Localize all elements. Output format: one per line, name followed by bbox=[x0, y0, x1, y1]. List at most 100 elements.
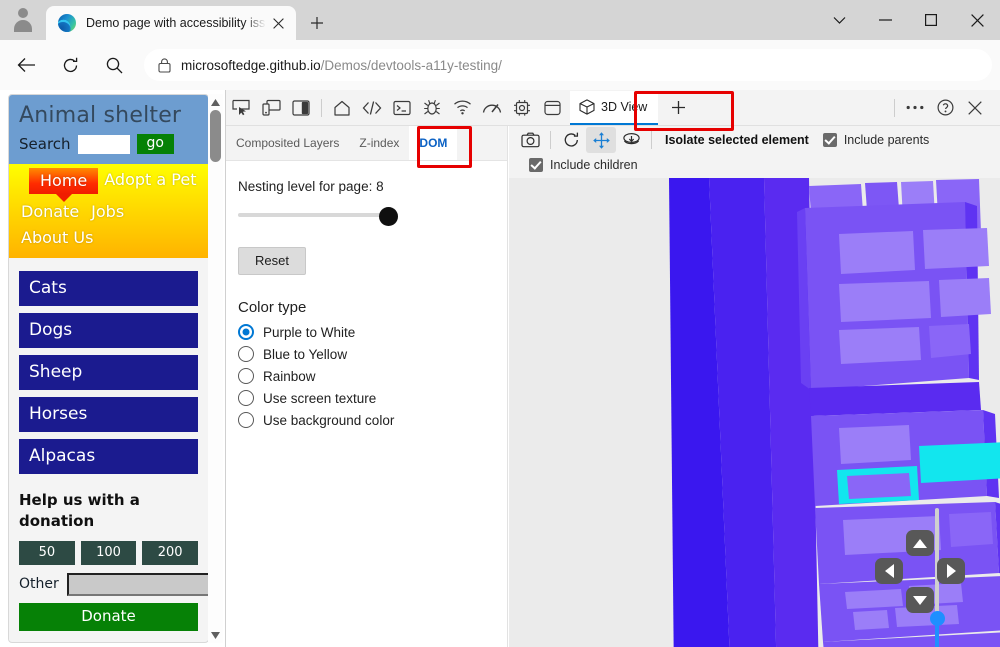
plus-icon bbox=[671, 101, 685, 114]
application-storage-icon[interactable] bbox=[537, 94, 567, 122]
radio-purple-to-white[interactable] bbox=[238, 324, 254, 340]
browser-toolbar: microsoftedge.github.io/Demos/devtools-a… bbox=[0, 40, 1000, 114]
nav-item-jobs[interactable]: Jobs bbox=[85, 200, 130, 224]
tab-actions-menu-button[interactable] bbox=[816, 0, 862, 40]
pan-left-button[interactable] bbox=[875, 558, 903, 584]
search-go-button[interactable]: go bbox=[136, 134, 174, 155]
page-scrollbar[interactable] bbox=[208, 94, 223, 643]
nav-item-home[interactable]: Home bbox=[29, 168, 99, 195]
slider-thumb[interactable] bbox=[379, 207, 398, 226]
refresh-button[interactable] bbox=[52, 49, 88, 81]
nesting-level-slider[interactable] bbox=[238, 207, 398, 226]
welcome-home-icon[interactable] bbox=[327, 94, 357, 122]
include-children-checkbox[interactable] bbox=[529, 158, 543, 172]
tab-close-icon[interactable] bbox=[266, 11, 290, 35]
nav-item-about[interactable]: About Us bbox=[15, 226, 99, 250]
browser-tab[interactable]: Demo page with accessibility issu bbox=[46, 6, 296, 40]
donation-amount-buttons: 50 100 200 bbox=[19, 540, 199, 565]
back-button[interactable] bbox=[8, 49, 44, 81]
close-window-button[interactable] bbox=[954, 0, 1000, 40]
color-option-purple-to-white[interactable]: Purple to White bbox=[238, 324, 493, 340]
include-children-label: Include children bbox=[550, 158, 638, 172]
inspect-element-icon[interactable] bbox=[226, 94, 256, 122]
device-emulation-icon[interactable] bbox=[256, 94, 286, 122]
pan-right-button[interactable] bbox=[937, 558, 965, 584]
help-question-icon bbox=[936, 99, 954, 116]
devtools-toolbar: 3D View bbox=[226, 90, 1000, 126]
url-path: /Demos/devtools-a11y-testing/ bbox=[320, 57, 502, 73]
toggle-sidebar-icon[interactable] bbox=[286, 94, 316, 122]
color-option-background-color[interactable]: Use background color bbox=[238, 412, 493, 428]
add-tool-button[interactable] bbox=[664, 94, 692, 122]
color-option-blue-to-yellow[interactable]: Blue to Yellow bbox=[238, 346, 493, 362]
amount-100-button[interactable]: 100 bbox=[80, 540, 137, 565]
category-alpacas[interactable]: Alpacas bbox=[19, 439, 198, 475]
subtab-composited-layers[interactable]: Composited Layers bbox=[226, 126, 349, 160]
radio-screen-texture[interactable] bbox=[238, 390, 254, 406]
search-input[interactable] bbox=[77, 134, 130, 154]
new-tab-button[interactable] bbox=[300, 6, 334, 40]
site-title: Animal shelter bbox=[19, 103, 182, 128]
search-button[interactable] bbox=[96, 49, 132, 81]
nav-item-donate[interactable]: Donate bbox=[15, 200, 85, 224]
layers-flatten-icon[interactable] bbox=[616, 127, 646, 153]
reset-button[interactable]: Reset bbox=[238, 247, 306, 275]
tab-3d-view[interactable]: 3D View bbox=[570, 90, 659, 125]
screenshot-camera-icon[interactable] bbox=[515, 127, 545, 153]
radio-background-color[interactable] bbox=[238, 412, 254, 428]
maximize-button[interactable] bbox=[908, 0, 954, 40]
toolbar-divider-right bbox=[894, 98, 895, 117]
address-bar[interactable]: microsoftedge.github.io/Demos/devtools-a… bbox=[144, 49, 992, 81]
scroll-down-arrow-icon[interactable] bbox=[208, 627, 223, 643]
subtab-z-index[interactable]: Z-index bbox=[349, 126, 409, 160]
console-icon[interactable] bbox=[387, 94, 417, 122]
debugger-bug-icon[interactable] bbox=[417, 94, 447, 122]
scroll-up-arrow-icon[interactable] bbox=[208, 94, 223, 110]
color-option-rainbow[interactable]: Rainbow bbox=[238, 368, 493, 384]
refresh-icon bbox=[63, 57, 77, 72]
3d-viewport-pane: Isolate selected element Include parents… bbox=[509, 126, 1000, 647]
amount-50-button[interactable]: 50 bbox=[19, 540, 75, 565]
radio-blue-to-yellow[interactable] bbox=[238, 346, 254, 362]
pan-down-button[interactable] bbox=[906, 587, 934, 613]
devtools-help-button[interactable] bbox=[930, 94, 960, 122]
network-wifi-icon[interactable] bbox=[447, 94, 477, 122]
amount-200-button[interactable]: 200 bbox=[142, 540, 199, 565]
minimize-icon bbox=[878, 19, 892, 21]
category-sheep[interactable]: Sheep bbox=[19, 355, 198, 391]
performance-gauge-icon[interactable] bbox=[477, 94, 507, 122]
nesting-level-label: Nesting level for page: 8 bbox=[238, 179, 384, 194]
pan-up-button[interactable] bbox=[906, 530, 934, 556]
pan-move-icon[interactable] bbox=[586, 127, 616, 153]
scrollbar-thumb[interactable] bbox=[210, 110, 221, 162]
donate-button[interactable]: Donate bbox=[19, 602, 198, 631]
include-children-checkbox-row[interactable]: Include children bbox=[529, 158, 638, 172]
url-domain: microsoftedge.github.io bbox=[181, 57, 321, 73]
category-dogs[interactable]: Dogs bbox=[19, 313, 198, 349]
minimize-button[interactable] bbox=[862, 0, 908, 40]
color-option-screen-texture[interactable]: Use screen texture bbox=[238, 390, 493, 406]
memory-chip-icon[interactable] bbox=[507, 94, 537, 122]
3d-canvas[interactable] bbox=[509, 178, 1000, 647]
browser-tab-title: Demo page with accessibility issu bbox=[86, 16, 266, 30]
devtools-close-button[interactable] bbox=[960, 94, 990, 122]
category-cats[interactable]: Cats bbox=[19, 271, 198, 307]
ellipsis-icon bbox=[906, 105, 924, 110]
category-horses[interactable]: Horses bbox=[19, 397, 198, 433]
donation-heading: Help us with a donation bbox=[19, 491, 140, 530]
triangle-up-icon bbox=[913, 538, 927, 548]
reset-rotation-icon[interactable] bbox=[556, 127, 586, 153]
subtab-dom[interactable]: DOM bbox=[409, 126, 458, 160]
include-parents-checkbox[interactable] bbox=[822, 133, 837, 147]
scrollbar-track[interactable] bbox=[208, 110, 223, 627]
other-amount-input[interactable] bbox=[66, 572, 208, 596]
devtools-more-tools-button[interactable] bbox=[900, 94, 930, 122]
lock-icon bbox=[158, 57, 171, 73]
nav-item-adopt[interactable]: Adopt a Pet bbox=[98, 168, 202, 192]
radio-rainbow[interactable] bbox=[238, 368, 254, 384]
elements-code-icon[interactable] bbox=[357, 94, 387, 122]
color-type-heading: Color type bbox=[238, 299, 307, 316]
toolbar-divider bbox=[321, 98, 322, 117]
profile-button[interactable] bbox=[0, 0, 46, 40]
include-parents-checkbox-row[interactable]: Include parents bbox=[822, 133, 929, 147]
